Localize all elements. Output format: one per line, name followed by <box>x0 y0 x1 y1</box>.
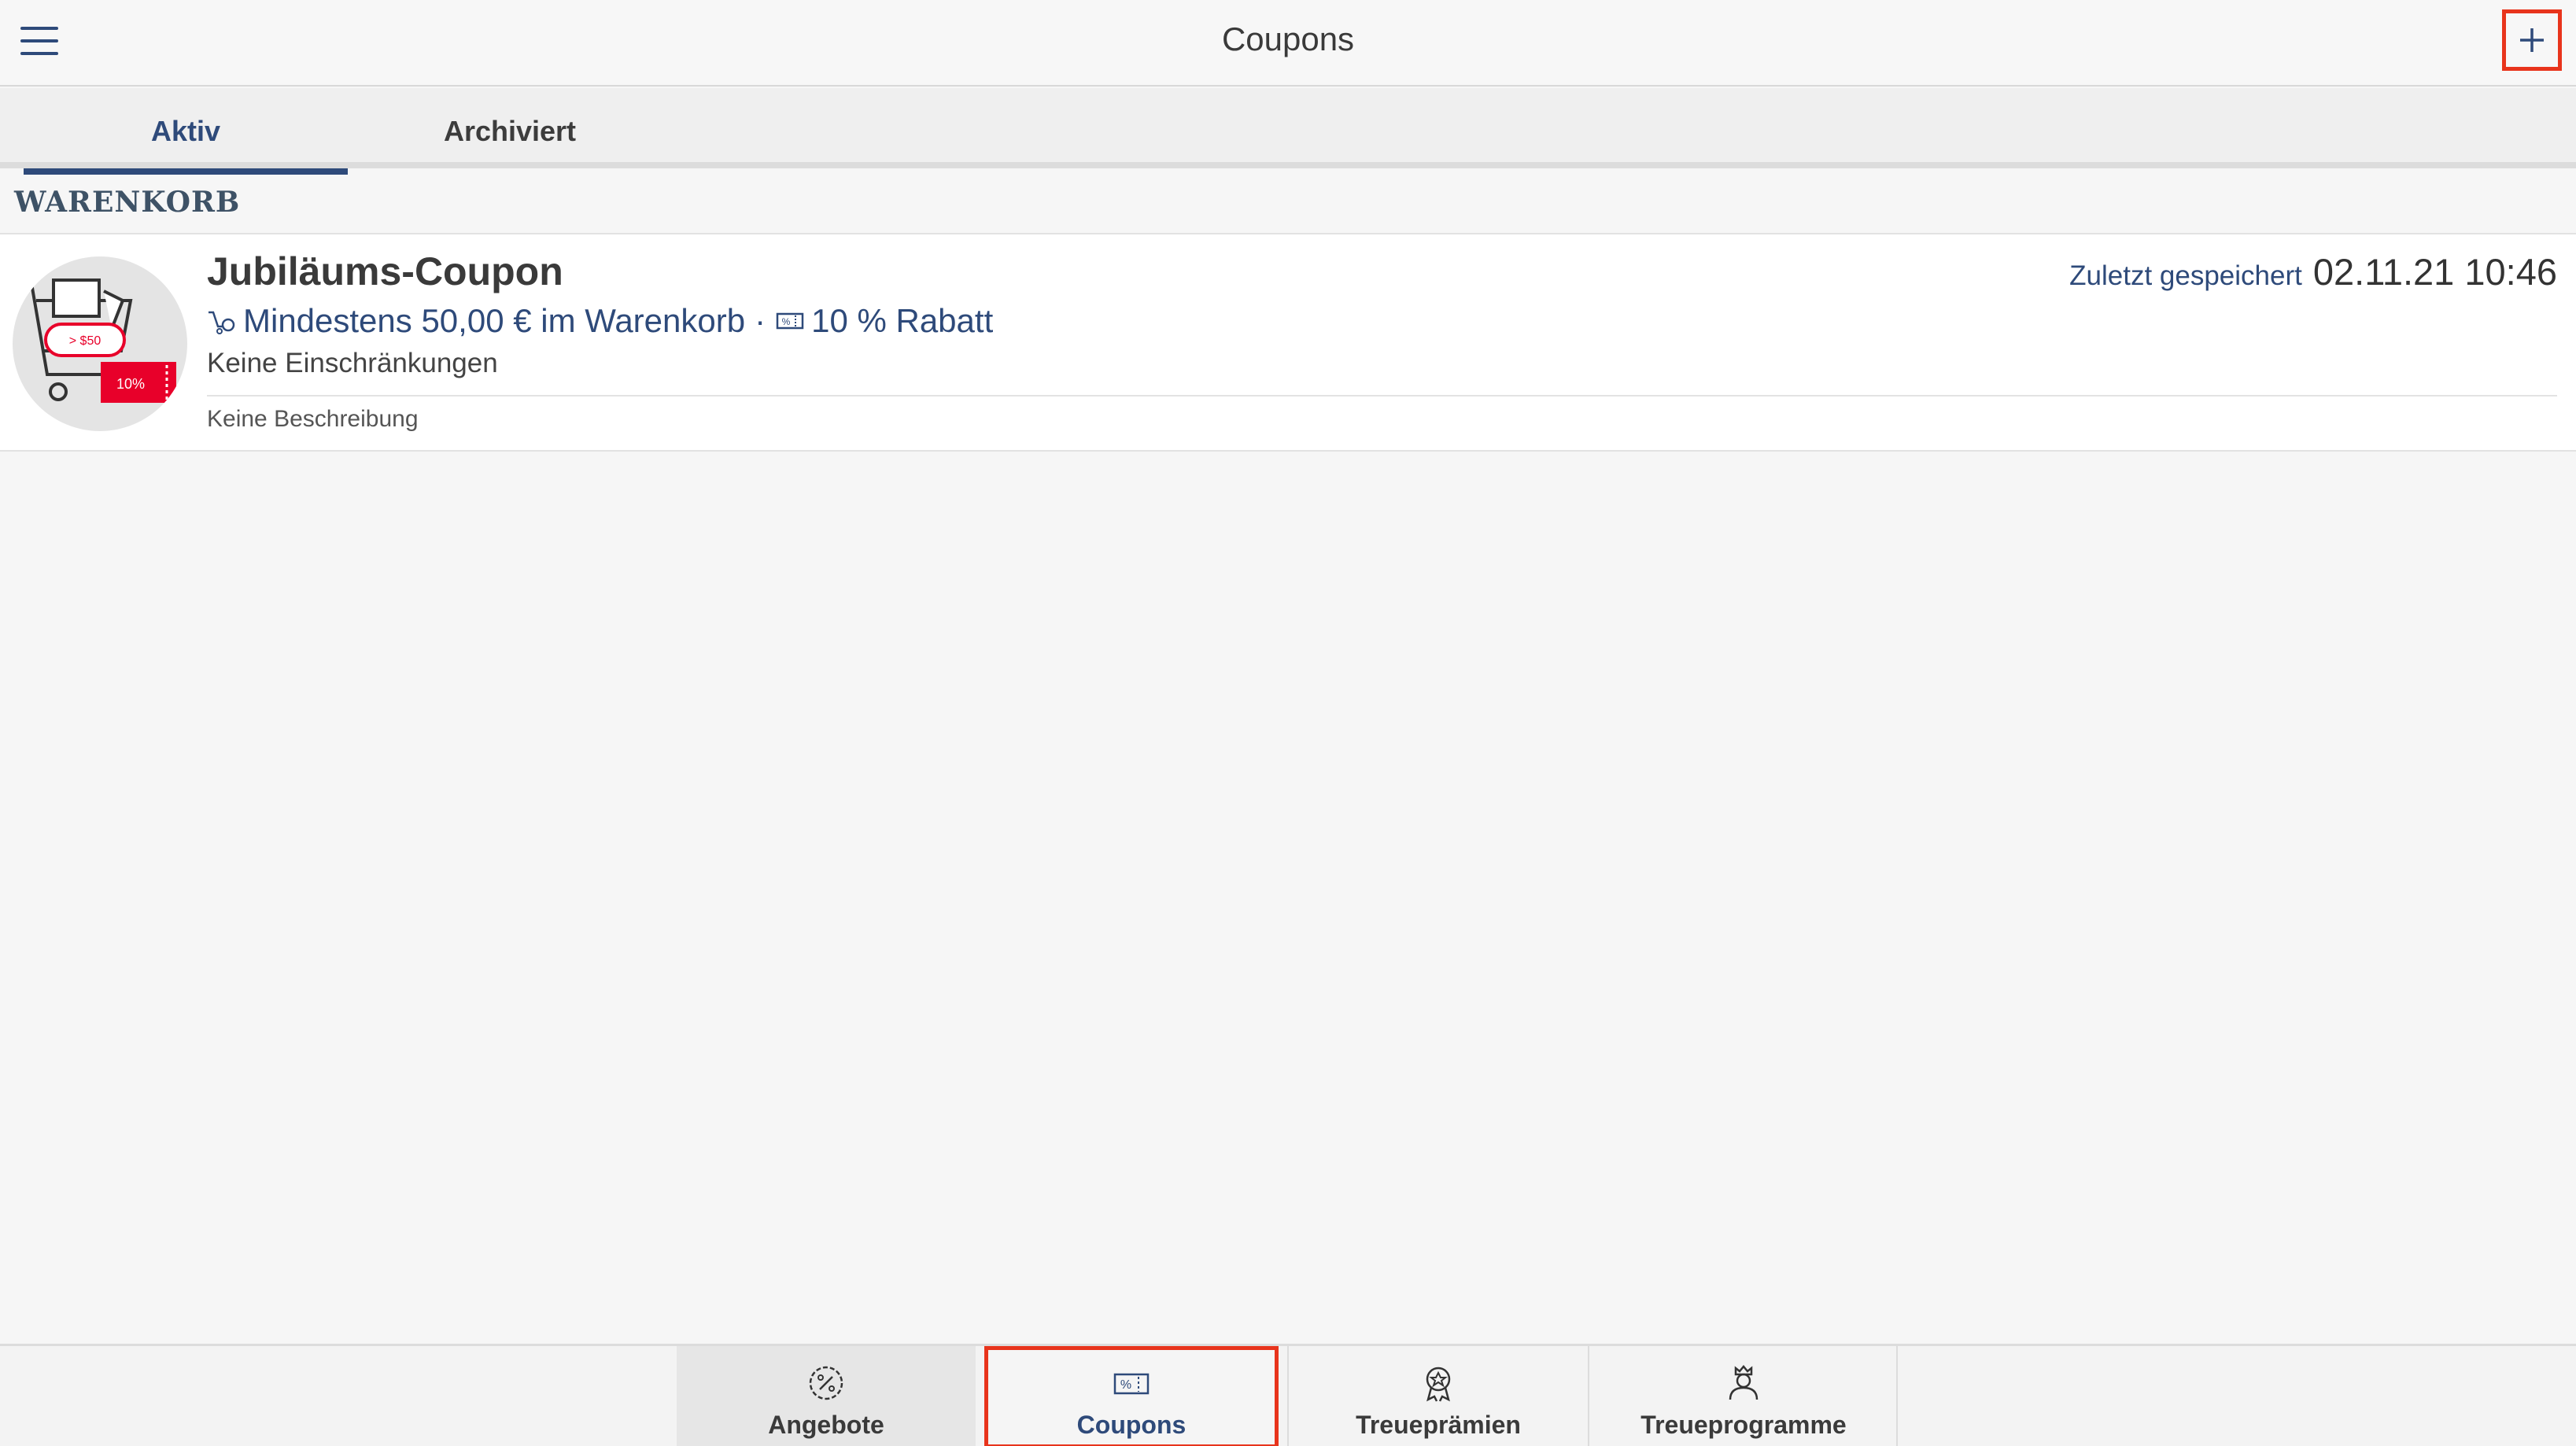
nav-label-treuepraemien: Treueprämien <box>1356 1411 1521 1439</box>
percent-badge-icon <box>809 1366 843 1400</box>
nav-label-coupons: Coupons <box>1076 1411 1187 1439</box>
tab-archiviert[interactable]: Archiviert <box>348 88 672 168</box>
nav-angebote[interactable]: Angebote <box>677 1346 976 1446</box>
coupon-description: Keine Beschreibung <box>207 406 419 432</box>
svg-text:10%: 10% <box>116 376 145 392</box>
coupon-ticket-icon: % <box>776 312 804 330</box>
coupon-ticket-icon: % <box>1113 1373 1150 1395</box>
nav-label-angebote: Angebote <box>768 1411 884 1439</box>
nav-treuepraemien[interactable]: Treueprämien <box>1287 1346 1589 1446</box>
min-cart-condition: Mindestens 50,00 € im Warenkorb <box>243 302 746 339</box>
section-header: WARENKORB <box>14 186 241 219</box>
coupon-thumbnail: > $50 10% <box>13 256 187 431</box>
nav-label-treueprogramme: Treueprogramme <box>1640 1411 1847 1439</box>
nav-coupons[interactable]: % Coupons <box>984 1346 1279 1446</box>
coupon-list-item[interactable]: > $50 10% Jubiläums-Coupon Mindestens 50… <box>0 233 2576 452</box>
top-bar: Coupons <box>0 0 2576 87</box>
coupon-restrictions: Keine Einschränkungen <box>207 348 498 378</box>
bottom-navigation: Angebote % Coupons Treueprämien Treuepro… <box>0 1344 2576 1446</box>
coupon-conditions: Mindestens 50,00 € im Warenkorb · % 10 %… <box>207 302 993 340</box>
tab-aktiv[interactable]: Aktiv <box>24 88 348 175</box>
svg-text:> $50: > $50 <box>69 334 101 348</box>
plus-icon <box>2520 28 2544 52</box>
last-saved-timestamp: 02.11.21 10:46 <box>2312 251 2557 293</box>
svg-text:%: % <box>782 316 791 327</box>
nav-treueprogramme[interactable]: Treueprogramme <box>1591 1346 1898 1446</box>
discount-value: 10 % Rabatt <box>811 302 994 339</box>
meta-separator: · <box>755 302 766 339</box>
cart-condition-icon <box>209 311 235 334</box>
svg-text:%: % <box>1120 1378 1131 1392</box>
row-divider <box>207 395 2557 397</box>
last-saved-label: Zuletzt gespeichert <box>2069 260 2302 291</box>
last-saved: Zuletzt gespeichert 02.11.21 10:46 <box>2069 250 2557 293</box>
rosette-award-icon <box>1426 1367 1451 1402</box>
tab-bar: Aktiv Archiviert <box>0 88 2576 175</box>
coupon-title: Jubiläums-Coupon <box>207 249 563 293</box>
page-title: Coupons <box>1221 20 1355 57</box>
add-coupon-button[interactable] <box>2502 9 2562 71</box>
crowned-person-icon <box>1729 1365 1759 1400</box>
